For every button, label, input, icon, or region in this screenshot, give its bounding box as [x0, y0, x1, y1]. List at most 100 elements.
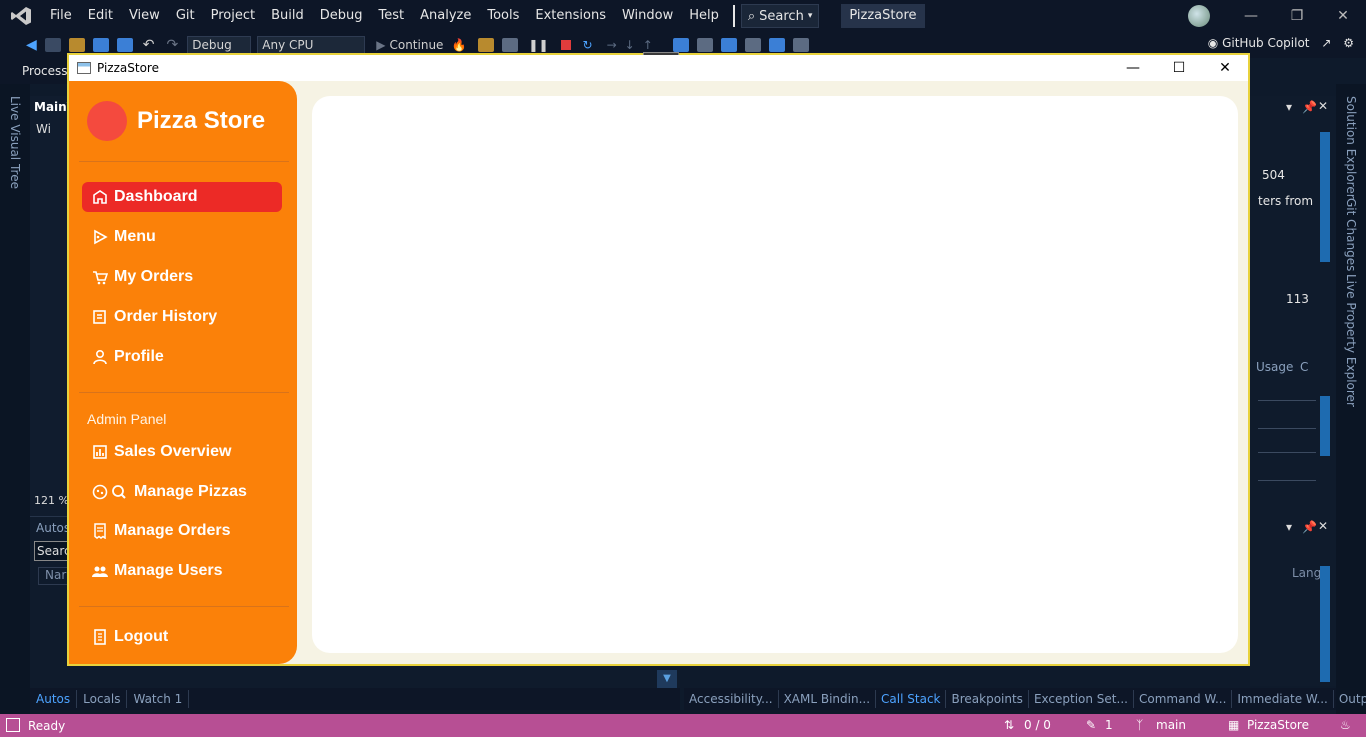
indent-icon[interactable]	[768, 38, 785, 52]
configuration-select[interactable]: Debug	[187, 36, 252, 54]
menu-extensions[interactable]: Extensions	[527, 0, 614, 32]
c-column-header[interactable]: C	[1300, 360, 1308, 374]
designer-tab[interactable]: Wi	[36, 122, 51, 136]
usage-column-header[interactable]: Usage	[1256, 360, 1293, 374]
callstack-scrollbar[interactable]	[1320, 566, 1330, 682]
tab-locals[interactable]: Locals	[77, 690, 128, 708]
notification-icon[interactable]	[6, 718, 20, 732]
minimize-icon[interactable]: —	[1110, 55, 1156, 81]
editor-tab[interactable]: Main\	[34, 100, 71, 114]
sidebar-item-manage-orders[interactable]: Manage Orders	[82, 516, 282, 546]
sidebar-item-my-orders[interactable]: My Orders	[82, 262, 282, 292]
bookmark-icon[interactable]	[792, 38, 809, 52]
sidebar-item-manage-users[interactable]: Manage Users	[82, 556, 282, 586]
cart-icon	[92, 269, 108, 285]
restore-icon[interactable]: ❐	[1274, 0, 1320, 32]
tab-accessibility[interactable]: Accessibility...	[684, 690, 779, 708]
hot-reload-icon[interactable]: 🔥	[451, 38, 466, 52]
menu-test[interactable]: Test	[371, 0, 413, 32]
sidebar-item-dashboard[interactable]: Dashboard	[82, 182, 282, 212]
settings-icon[interactable]: ⚙	[1343, 36, 1354, 50]
menu-edit[interactable]: Edit	[80, 0, 121, 32]
tab-call-stack[interactable]: Call Stack	[876, 690, 947, 708]
bell-icon[interactable]: ♨	[1340, 714, 1351, 737]
logout-button[interactable]: Logout	[82, 622, 282, 652]
menu-build[interactable]: Build	[263, 0, 312, 32]
solution-explorer-tab[interactable]: Solution Explorer	[1344, 96, 1358, 199]
row-divider	[1258, 428, 1316, 429]
pin-icon[interactable]: 📌	[1302, 520, 1317, 534]
tab-xaml-binding[interactable]: XAML Bindin...	[779, 690, 877, 708]
tab-immediate-window[interactable]: Immediate W...	[1232, 690, 1334, 708]
continue-play-icon[interactable]: ▶	[376, 38, 385, 52]
account-avatar[interactable]	[1188, 5, 1210, 27]
vs-search-button[interactable]: ⌕ Search ▾	[740, 4, 820, 28]
live-property-explorer-tab[interactable]: Live Property Explorer	[1344, 274, 1358, 407]
select-element-icon[interactable]	[720, 38, 737, 52]
layout-icon[interactable]	[744, 38, 761, 52]
spell-icon[interactable]	[696, 38, 713, 52]
tab-autos[interactable]: Autos	[30, 690, 78, 708]
window-icon[interactable]	[502, 38, 519, 52]
close-icon[interactable]: ✕	[1320, 0, 1366, 32]
menu-view[interactable]: View	[121, 0, 168, 32]
menu-analyze[interactable]: Analyze	[412, 0, 479, 32]
tab-watch-1[interactable]: Watch 1	[127, 690, 190, 708]
pending-edits-count[interactable]: 1	[1105, 714, 1113, 737]
tab-breakpoints[interactable]: Breakpoints	[946, 690, 1029, 708]
menu-help[interactable]: Help	[681, 0, 727, 32]
panel-dropdown-icon[interactable]: ▾	[1286, 520, 1292, 534]
language-column-header[interactable]: Lang	[1292, 566, 1321, 580]
tab-exception-settings[interactable]: Exception Set...	[1029, 690, 1134, 708]
debug-tools-icon[interactable]	[672, 38, 689, 52]
close-icon[interactable]: ✕	[1202, 55, 1248, 81]
diagnostics-scrollbar[interactable]	[1320, 132, 1330, 262]
redo-icon[interactable]: ↷	[167, 37, 179, 53]
maximize-icon[interactable]: ☐	[1156, 55, 1202, 81]
step-icons[interactable]: →↓↑	[607, 38, 661, 52]
continue-button[interactable]: Continue	[389, 38, 443, 52]
github-copilot-button[interactable]: ◉ GitHub Copilot ↗ ⚙	[1208, 36, 1354, 50]
sidebar-item-manage-pizzas[interactable]: Manage Pizzas	[82, 477, 282, 507]
brand-name: Pizza Store	[137, 107, 266, 134]
pin-icon[interactable]: 📌	[1302, 100, 1317, 114]
save-icon[interactable]	[92, 38, 109, 52]
menu-tools[interactable]: Tools	[479, 0, 527, 32]
menu-window[interactable]: Window	[614, 0, 681, 32]
visual-studio-logo-icon[interactable]	[0, 0, 42, 32]
share-icon[interactable]: ↗	[1321, 36, 1331, 50]
panel-dropdown-icon[interactable]: ▾	[1286, 100, 1292, 114]
menu-file[interactable]: File	[42, 0, 80, 32]
panel-close-icon[interactable]: ✕	[1318, 519, 1328, 533]
zoom-level[interactable]: 121 %	[34, 494, 69, 507]
folder-icon[interactable]	[478, 38, 495, 52]
panel-close-icon[interactable]: ✕	[1318, 99, 1328, 113]
save-all-icon[interactable]	[116, 38, 133, 52]
repo-name[interactable]: PizzaStore	[1247, 714, 1309, 737]
scroll-down-icon[interactable]: ▼	[657, 670, 677, 688]
solution-name-badge[interactable]: PizzaStore	[841, 4, 925, 28]
undo-icon[interactable]: ↶	[143, 37, 155, 53]
pause-icon[interactable]: ❚❚	[528, 38, 548, 52]
tab-command-window[interactable]: Command W...	[1134, 690, 1233, 708]
sidebar-item-order-history[interactable]: Order History	[82, 302, 282, 332]
new-project-icon[interactable]	[44, 38, 61, 52]
errors-count[interactable]: 0 / 0	[1024, 714, 1051, 737]
open-folder-icon[interactable]	[68, 38, 85, 52]
branch-name[interactable]: main	[1156, 714, 1186, 737]
menu-debug[interactable]: Debug	[312, 0, 371, 32]
restart-icon[interactable]: ↻	[583, 38, 593, 52]
git-changes-tab[interactable]: Git Changes	[1344, 198, 1358, 271]
stop-icon[interactable]	[560, 40, 571, 50]
minimize-icon[interactable]: —	[1228, 0, 1274, 32]
platform-select[interactable]: Any CPU	[257, 36, 366, 54]
memory-scrollbar[interactable]	[1320, 396, 1330, 456]
menu-git[interactable]: Git	[168, 0, 203, 32]
navigate-back-icon[interactable]: ◀	[26, 37, 37, 53]
sidebar-item-sales-overview[interactable]: Sales Overview	[82, 437, 282, 467]
menu-project[interactable]: Project	[203, 0, 263, 32]
sidebar-item-profile[interactable]: Profile	[82, 342, 282, 372]
live-visual-tree-tab[interactable]: Live Visual Tree	[8, 96, 22, 189]
tab-output[interactable]: Output	[1334, 690, 1366, 708]
sidebar-item-menu[interactable]: Menu	[82, 222, 282, 252]
